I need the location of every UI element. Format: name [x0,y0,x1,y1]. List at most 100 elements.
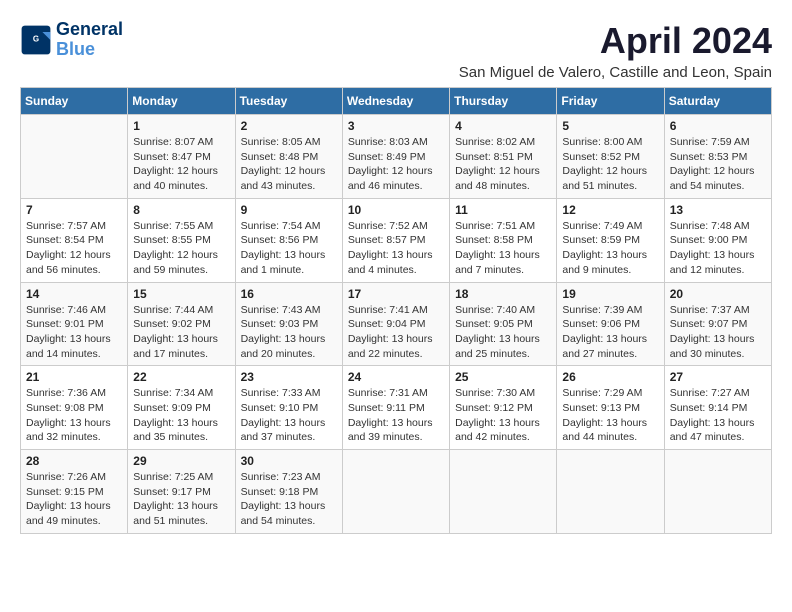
day-number: 6 [670,119,766,133]
day-number: 28 [26,454,122,468]
day-info: Sunrise: 7:36 AM Sunset: 9:08 PM Dayligh… [26,386,122,445]
logo-blue: Blue [56,39,95,59]
day-info: Sunrise: 8:02 AM Sunset: 8:51 PM Dayligh… [455,135,551,194]
calendar-cell: 5Sunrise: 8:00 AM Sunset: 8:52 PM Daylig… [557,115,664,199]
day-number: 7 [26,203,122,217]
day-number: 8 [133,203,229,217]
day-number: 20 [670,287,766,301]
day-number: 23 [241,370,337,384]
logo-icon: G [20,24,52,56]
day-number: 24 [348,370,444,384]
calendar-cell: 10Sunrise: 7:52 AM Sunset: 8:57 PM Dayli… [342,198,449,282]
day-number: 16 [241,287,337,301]
calendar-cell [664,450,771,534]
calendar-cell: 15Sunrise: 7:44 AM Sunset: 9:02 PM Dayli… [128,282,235,366]
calendar-cell: 12Sunrise: 7:49 AM Sunset: 8:59 PM Dayli… [557,198,664,282]
calendar-cell: 21 Sunrise: 7:36 AM Sunset: 9:08 PM Dayli… [21,366,128,450]
calendar-cell: 22 Sunrise: 7:34 AM Sunset: 9:09 PM Dayli… [128,366,235,450]
day-info: Sunrise: 7:37 AM Sunset: 9:07 PM Dayligh… [670,303,766,362]
calendar-cell: 20 Sunrise: 7:37 AM Sunset: 9:07 PM Dayli… [664,282,771,366]
calendar-cell: 27 Sunrise: 7:27 AM Sunset: 9:14 PM Dayli… [664,366,771,450]
calendar-cell: 9Sunrise: 7:54 AM Sunset: 8:56 PM Daylig… [235,198,342,282]
week-row-3: 14Sunrise: 7:46 AM Sunset: 9:01 PM Dayli… [21,282,772,366]
calendar-cell: 16Sunrise: 7:43 AM Sunset: 9:03 PM Dayli… [235,282,342,366]
day-info: Sunrise: 7:26 AM Sunset: 9:15 PM Dayligh… [26,470,122,529]
weekday-header-wednesday: Wednesday [342,88,449,115]
logo-text: General Blue [56,20,123,60]
calendar-cell [342,450,449,534]
day-info: Sunrise: 7:27 AM Sunset: 9:14 PM Dayligh… [670,386,766,445]
title-area: April 2024 San Miguel de Valero, Castill… [459,20,772,81]
calendar-cell [450,450,557,534]
calendar-cell [557,450,664,534]
day-info: Sunrise: 8:00 AM Sunset: 8:52 PM Dayligh… [562,135,658,194]
weekday-header-thursday: Thursday [450,88,557,115]
day-info: Sunrise: 8:07 AM Sunset: 8:47 PM Dayligh… [133,135,229,194]
day-number: 12 [562,203,658,217]
calendar-cell: 25 Sunrise: 7:30 AM Sunset: 9:12 PM Dayli… [450,366,557,450]
calendar-cell: 23 Sunrise: 7:33 AM Sunset: 9:10 PM Dayli… [235,366,342,450]
calendar-cell: 13Sunrise: 7:48 AM Sunset: 9:00 PM Dayli… [664,198,771,282]
weekday-header-monday: Monday [128,88,235,115]
day-number: 27 [670,370,766,384]
day-info: Sunrise: 7:41 AM Sunset: 9:04 PM Dayligh… [348,303,444,362]
day-number: 19 [562,287,658,301]
day-number: 3 [348,119,444,133]
calendar-cell: 8Sunrise: 7:55 AM Sunset: 8:55 PM Daylig… [128,198,235,282]
weekday-header-saturday: Saturday [664,88,771,115]
svg-text:G: G [33,34,39,43]
day-number: 29 [133,454,229,468]
weekday-header-tuesday: Tuesday [235,88,342,115]
calendar-cell: 14Sunrise: 7:46 AM Sunset: 9:01 PM Dayli… [21,282,128,366]
day-number: 11 [455,203,551,217]
day-info: Sunrise: 7:25 AM Sunset: 9:17 PM Dayligh… [133,470,229,529]
day-info: Sunrise: 7:57 AM Sunset: 8:54 PM Dayligh… [26,219,122,278]
week-row-5: 28 Sunrise: 7:26 AM Sunset: 9:15 PM Dayli… [21,450,772,534]
day-info: Sunrise: 7:33 AM Sunset: 9:10 PM Dayligh… [241,386,337,445]
day-info: Sunrise: 7:23 AM Sunset: 9:18 PM Dayligh… [241,470,337,529]
day-number: 18 [455,287,551,301]
day-info: Sunrise: 7:59 AM Sunset: 8:53 PM Dayligh… [670,135,766,194]
calendar-cell: 26 Sunrise: 7:29 AM Sunset: 9:13 PM Dayli… [557,366,664,450]
day-number: 14 [26,287,122,301]
day-number: 2 [241,119,337,133]
day-info: Sunrise: 7:30 AM Sunset: 9:12 PM Dayligh… [455,386,551,445]
weekday-header-friday: Friday [557,88,664,115]
day-info: Sunrise: 7:44 AM Sunset: 9:02 PM Dayligh… [133,303,229,362]
calendar-cell: 7 Sunrise: 7:57 AM Sunset: 8:54 PM Daylig… [21,198,128,282]
day-number: 30 [241,454,337,468]
day-number: 26 [562,370,658,384]
day-number: 17 [348,287,444,301]
day-info: Sunrise: 8:03 AM Sunset: 8:49 PM Dayligh… [348,135,444,194]
weekday-header-sunday: Sunday [21,88,128,115]
day-number: 10 [348,203,444,217]
calendar-cell: 17 Sunrise: 7:41 AM Sunset: 9:04 PM Dayli… [342,282,449,366]
day-info: Sunrise: 7:54 AM Sunset: 8:56 PM Dayligh… [241,219,337,278]
calendar-cell: 11 Sunrise: 7:51 AM Sunset: 8:58 PM Dayli… [450,198,557,282]
day-number: 21 [26,370,122,384]
day-info: Sunrise: 7:51 AM Sunset: 8:58 PM Dayligh… [455,219,551,278]
main-title: April 2024 [459,20,772,62]
day-info: Sunrise: 7:48 AM Sunset: 9:00 PM Dayligh… [670,219,766,278]
day-number: 25 [455,370,551,384]
weekday-header-row: SundayMondayTuesdayWednesdayThursdayFrid… [21,88,772,115]
day-number: 4 [455,119,551,133]
calendar-cell: 6 Sunrise: 7:59 AM Sunset: 8:53 PM Daylig… [664,115,771,199]
day-info: Sunrise: 7:29 AM Sunset: 9:13 PM Dayligh… [562,386,658,445]
calendar-cell: 30 Sunrise: 7:23 AM Sunset: 9:18 PM Dayli… [235,450,342,534]
calendar-cell: 2 Sunrise: 8:05 AM Sunset: 8:48 PM Daylig… [235,115,342,199]
day-info: Sunrise: 7:39 AM Sunset: 9:06 PM Dayligh… [562,303,658,362]
calendar-cell: 3 Sunrise: 8:03 AM Sunset: 8:49 PM Daylig… [342,115,449,199]
day-info: Sunrise: 8:05 AM Sunset: 8:48 PM Dayligh… [241,135,337,194]
header: G General Blue April 2024 San Miguel de … [20,20,772,81]
week-row-4: 21 Sunrise: 7:36 AM Sunset: 9:08 PM Dayli… [21,366,772,450]
day-info: Sunrise: 7:31 AM Sunset: 9:11 PM Dayligh… [348,386,444,445]
logo-general: General [56,20,123,40]
day-number: 22 [133,370,229,384]
day-info: Sunrise: 7:34 AM Sunset: 9:09 PM Dayligh… [133,386,229,445]
calendar-table: SundayMondayTuesdayWednesdayThursdayFrid… [20,87,772,534]
week-row-2: 7 Sunrise: 7:57 AM Sunset: 8:54 PM Daylig… [21,198,772,282]
day-number: 1 [133,119,229,133]
logo: G General Blue [20,20,123,60]
day-info: Sunrise: 7:40 AM Sunset: 9:05 PM Dayligh… [455,303,551,362]
